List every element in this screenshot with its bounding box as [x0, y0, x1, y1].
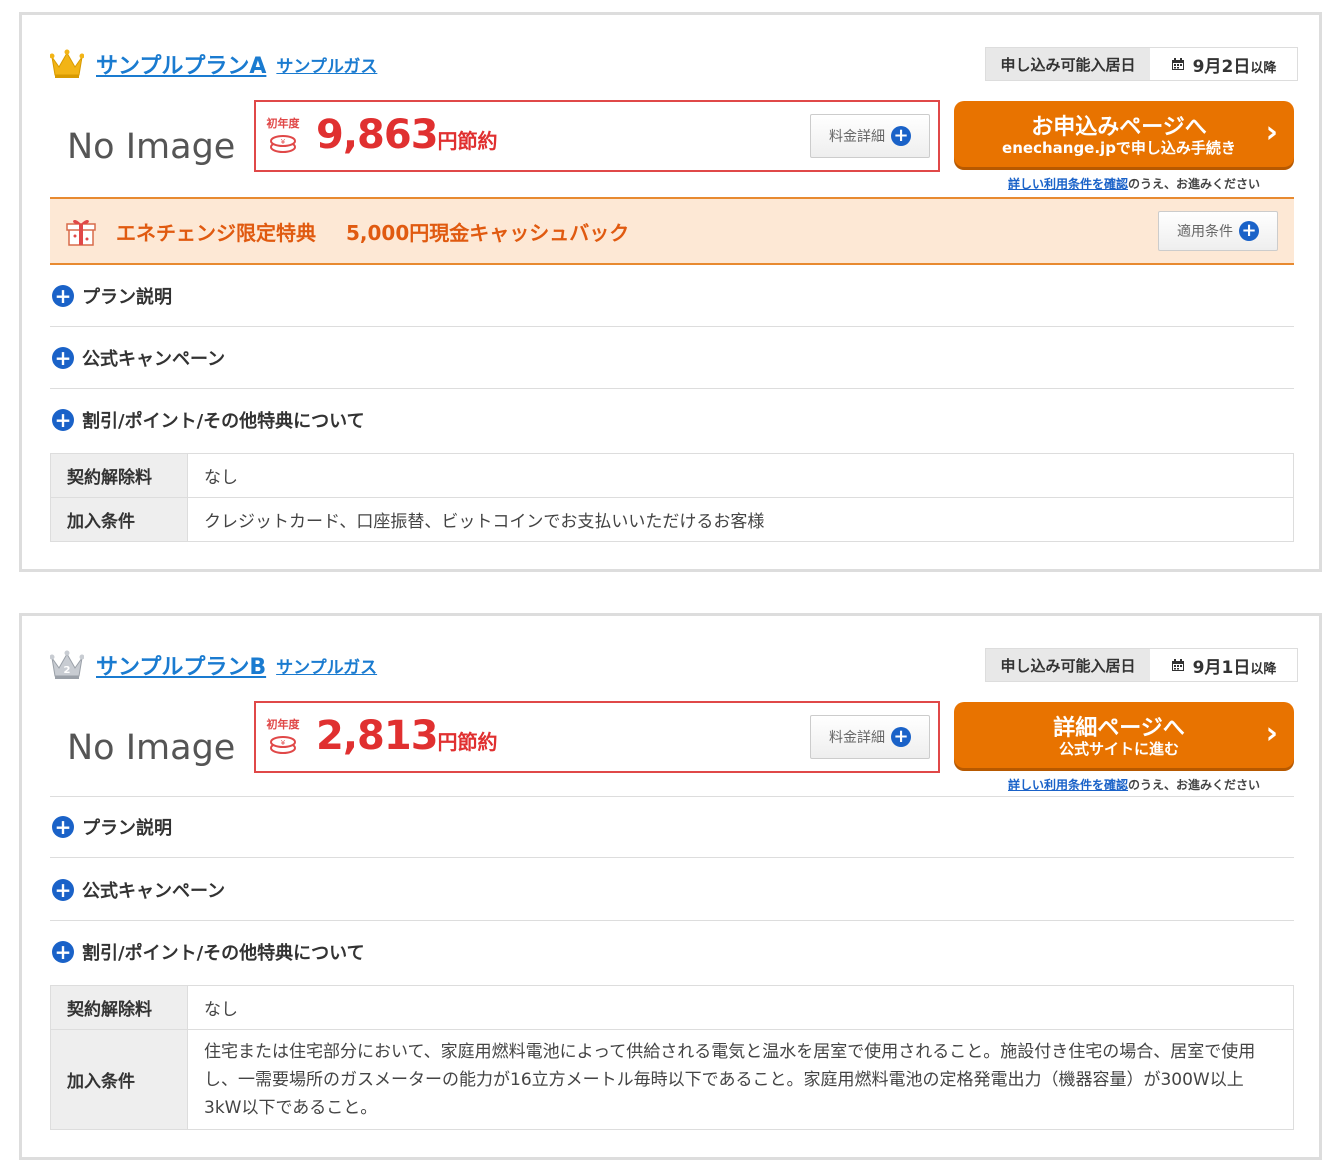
accordion-plan-description[interactable]: + プラン説明: [50, 265, 1294, 327]
fee-detail-label: 料金詳細: [829, 730, 885, 746]
terms-note: 詳しい利用条件を確認のうえ、お進みください: [1008, 175, 1260, 192]
availability-box: 申し込み可能入居日 9月2日 以降: [985, 47, 1298, 81]
silver-crown-icon: 2: [50, 650, 84, 679]
table-row: 加入条件 クレジットカード、口座振替、ビットコインでお支払いいただけるお客様: [50, 497, 1294, 542]
table-row: 契約解除料 なし: [50, 985, 1294, 1030]
rank-number: 2: [64, 665, 71, 676]
plus-circle-icon: +: [52, 878, 74, 901]
first-year-label: 初年度: [266, 718, 300, 731]
plan-name-link[interactable]: サンプルプランB: [96, 649, 266, 681]
plan-card-a: サンプルプランA サンプルガス 申し込み可能入居日 9月2日 以降 No Imag…: [19, 12, 1322, 572]
apply-conditions-button[interactable]: 適用条件 +: [1158, 211, 1278, 251]
benefit-text: 5,000円現金キャッシュバック: [346, 220, 630, 245]
availability-suffix: 以降: [1250, 60, 1277, 76]
availability-suffix: 以降: [1250, 661, 1277, 677]
table-cell: 住宅または住宅部分において、家庭用燃料電池によって供給される電気と温水を居室で使…: [187, 1029, 1294, 1130]
plan-header: 2 サンプルプランB サンプルガス: [50, 650, 377, 680]
calendar-icon: [1171, 659, 1184, 671]
plan-name-link[interactable]: サンプルプランA: [96, 48, 266, 80]
calendar-icon: [1171, 58, 1184, 70]
exclusive-benefit-bar: エネチェンジ限定特典 5,000円現金キャッシュバック 適用条件 +: [50, 197, 1294, 265]
plus-circle-icon: +: [52, 409, 74, 431]
savings-unit: 円節約: [437, 129, 498, 153]
availability-value: 9月2日 以降: [1150, 48, 1297, 80]
plus-circle-icon: +: [891, 126, 911, 146]
coin-icon: ¥: [270, 736, 296, 754]
accordion-plan-description[interactable]: + プラン説明: [50, 796, 1294, 858]
availability-box: 申し込み可能入居日 9月1日 以降: [985, 648, 1298, 682]
fee-detail-button[interactable]: 料金詳細 +: [810, 114, 930, 158]
savings-unit: 円節約: [437, 730, 498, 754]
table-row: 加入条件 住宅または住宅部分において、家庭用燃料電池によって供給される電気と温水…: [50, 1029, 1294, 1130]
availability-date: 9月1日: [1192, 657, 1251, 678]
table-header-cell: 契約解除料: [50, 985, 188, 1030]
savings-box: 初年度 ¥ 2,813 円節約 料金詳細 +: [254, 701, 940, 773]
cta-sub-label: 公式サイトに進む: [1058, 740, 1179, 758]
plan-header: サンプルプランA サンプルガス: [50, 49, 377, 79]
accordion-label: プラン説明: [82, 286, 172, 308]
apply-page-button[interactable]: お申込みページへ enechange.jpで申し込み手続き ›: [954, 101, 1294, 167]
plus-circle-icon: +: [1239, 221, 1259, 241]
accordion-label: 公式キャンペーン: [82, 880, 226, 902]
plan-info-table: 契約解除料 なし 加入条件 住宅または住宅部分において、家庭用燃料電池によって供…: [50, 985, 1294, 1130]
accordion-discounts[interactable]: + 割引/ポイント/その他特典について: [50, 389, 1294, 451]
savings-amount-wrap: 9,863 円節約: [316, 112, 498, 158]
cta-sub-label: enechange.jpで申し込み手続き: [1002, 139, 1236, 157]
terms-note: 詳しい利用条件を確認のうえ、お進みください: [1008, 776, 1260, 793]
availability-value: 9月1日 以降: [1150, 649, 1297, 681]
terms-link[interactable]: 詳しい利用条件を確認: [1008, 177, 1128, 191]
table-cell: なし: [187, 453, 1294, 498]
terms-suffix: のうえ、お進みください: [1128, 177, 1261, 191]
table-cell: クレジットカード、口座振替、ビットコインでお支払いいただけるお客様: [187, 497, 1294, 542]
plus-circle-icon: +: [52, 816, 74, 838]
savings-amount: 9,863: [316, 112, 439, 158]
svg-text:¥: ¥: [281, 138, 286, 146]
detail-page-button[interactable]: 詳細ページへ 公式サイトに進む ›: [954, 702, 1294, 768]
accordion-official-campaign[interactable]: + 公式キャンペーン: [50, 859, 1294, 921]
accordion-official-campaign[interactable]: + 公式キャンペーン: [50, 327, 1294, 389]
table-cell: なし: [187, 985, 1294, 1030]
no-image-placeholder: No Image: [67, 728, 236, 768]
savings-amount: 2,813: [316, 713, 439, 759]
fee-detail-label: 料金詳細: [829, 129, 885, 145]
plus-circle-icon: +: [891, 727, 911, 747]
chevron-right-icon: ›: [1265, 716, 1278, 751]
terms-suffix: のうえ、お進みください: [1128, 778, 1261, 792]
plan-card-b: 2 サンプルプランB サンプルガス 申し込み可能入居日 9月1日 以降 No Im…: [19, 613, 1322, 1160]
availability-label: 申し込み可能入居日: [986, 649, 1150, 681]
savings-amount-wrap: 2,813 円節約: [316, 713, 498, 759]
availability-date: 9月2日: [1192, 56, 1251, 77]
provider-link[interactable]: サンプルガス: [276, 52, 377, 77]
benefit-label: エネチェンジ限定特典: [116, 220, 316, 245]
availability-label: 申し込み可能入居日: [986, 48, 1150, 80]
coin-icon: ¥: [270, 135, 296, 153]
first-year-label: 初年度: [266, 117, 300, 130]
no-image-placeholder: No Image: [67, 127, 236, 167]
fee-detail-button[interactable]: 料金詳細 +: [810, 715, 930, 759]
accordion-label: 公式キャンペーン: [82, 348, 226, 370]
accordion-label: 割引/ポイント/その他特典について: [82, 943, 365, 964]
savings-box: 初年度 ¥ 9,863 円節約 料金詳細 +: [254, 100, 940, 172]
gift-icon: [66, 219, 96, 246]
table-header-cell: 加入条件: [50, 1029, 188, 1130]
terms-link[interactable]: 詳しい利用条件を確認: [1008, 778, 1128, 792]
table-header-cell: 加入条件: [50, 497, 188, 542]
provider-link[interactable]: サンプルガス: [276, 653, 377, 678]
table-header-cell: 契約解除料: [50, 453, 188, 498]
plus-circle-icon: +: [52, 346, 74, 369]
accordion-label: プラン説明: [82, 818, 172, 839]
plus-circle-icon: +: [52, 941, 74, 963]
chevron-right-icon: ›: [1265, 115, 1278, 150]
svg-text:¥: ¥: [281, 739, 286, 747]
gold-crown-icon: [50, 49, 84, 78]
plan-info-table: 契約解除料 なし 加入条件 クレジットカード、口座振替、ビットコインでお支払いい…: [50, 453, 1294, 542]
accordion-label: 割引/ポイント/その他特典について: [82, 411, 365, 432]
accordion-discounts[interactable]: + 割引/ポイント/その他特典について: [50, 921, 1294, 983]
apply-conditions-label: 適用条件: [1177, 224, 1233, 240]
plus-circle-icon: +: [52, 284, 74, 307]
table-row: 契約解除料 なし: [50, 453, 1294, 498]
